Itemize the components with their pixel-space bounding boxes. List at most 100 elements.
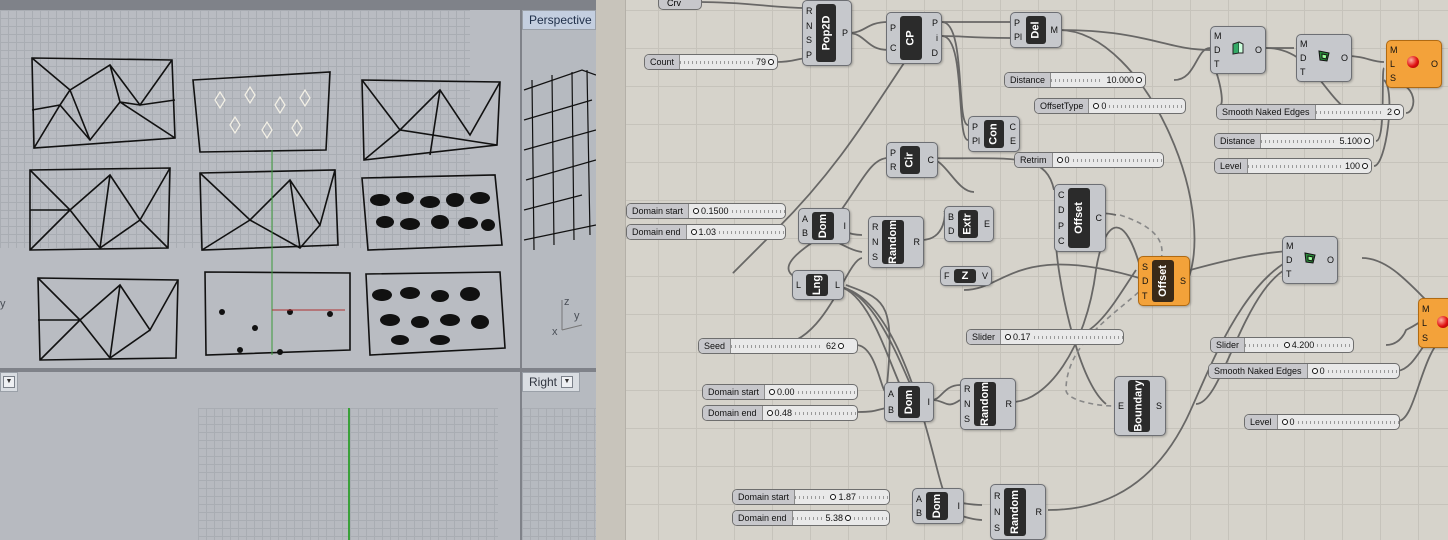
distance2-track[interactable] [1261,134,1337,148]
random1-in-r[interactable]: R [872,222,879,232]
slider-4-2[interactable]: Slider 4.200 [1210,337,1354,353]
level2-track[interactable] [1297,415,1399,429]
mesh1-in-t[interactable]: T [1214,59,1222,69]
right-tab[interactable]: Right ▼ [522,372,580,392]
pop2d-out-p[interactable]: P [842,28,848,38]
slider-knob-icon[interactable] [1056,157,1063,163]
pop2d-in-s[interactable]: S [806,35,813,45]
mesh-thicken-component-1[interactable]: MDT O [1210,26,1266,74]
domain-start-slider-1[interactable]: Domain start 0.1500 [626,203,786,219]
top-viewport[interactable]: y [0,10,520,368]
cir-in-p[interactable]: P [890,148,897,158]
weaverbird-smooth-component-1[interactable]: MLS O [1386,40,1442,88]
slider-knob-icon[interactable] [1136,77,1142,83]
smooth-naked-edges-slider-2[interactable]: Smooth Naked Edges 0 [1208,363,1400,379]
random1-in-n[interactable]: N [872,237,879,247]
retrim-slider[interactable]: Retrim 0 [1014,152,1164,168]
domend3-track[interactable] [792,511,823,525]
slider-knob-icon[interactable] [1281,419,1288,425]
dom2-out-i[interactable]: I [927,397,930,407]
boundary-in-e[interactable]: E [1118,401,1124,411]
del-in-pl[interactable]: Pl [1014,32,1022,42]
slider-knob-icon[interactable] [1093,103,1100,109]
random2-out-r[interactable]: R [1006,399,1013,409]
slider-knob-icon[interactable] [1311,368,1318,374]
domain-component-2[interactable]: AB Dom I [884,382,934,422]
level1-track[interactable] [1247,159,1342,173]
cp-out-p[interactable]: P [932,18,938,28]
z-in-f[interactable]: F [944,271,950,281]
mesh2-in-m[interactable]: M [1300,39,1308,49]
domstart3-track-right[interactable] [859,490,889,504]
random3-in-s[interactable]: S [994,523,1001,533]
wb1-in-l[interactable]: L [1390,59,1398,69]
smooth2-track[interactable] [1327,364,1399,378]
mesh1-in-m[interactable]: M [1214,31,1222,41]
cp-out-i[interactable]: i [932,33,938,43]
domend3-track-right[interactable] [854,511,889,525]
lng-out-l[interactable]: L [835,280,840,290]
distance1-track[interactable] [1051,73,1104,87]
z-out-v[interactable]: V [982,271,988,281]
wb1-in-m[interactable]: M [1390,45,1398,55]
slider42-track[interactable] [1245,338,1281,352]
random3-in-r[interactable]: R [994,491,1001,501]
offset1-in-c[interactable]: C [1058,190,1065,200]
cp-in-c[interactable]: C [890,43,897,53]
slider-knob-icon[interactable] [693,208,700,214]
slider-knob-icon[interactable] [1364,138,1370,144]
mesh1-in-d[interactable]: D [1214,45,1222,55]
circle-component[interactable]: PR Cir C [886,142,938,178]
wb2-in-m[interactable]: M [1422,304,1430,314]
domain-start-slider-2[interactable]: Domain start 0.00 [702,384,858,400]
domend1-track[interactable] [719,225,785,239]
count-slider-track[interactable] [680,55,753,69]
wb2-in-l[interactable]: L [1422,318,1430,328]
offset2-in-t[interactable]: T [1142,291,1149,301]
cir-out-c[interactable]: C [928,155,935,165]
domain-end-slider-1[interactable]: Domain end 1.03 [626,224,786,240]
del-out-m[interactable]: M [1051,25,1059,35]
pop2d-in-p[interactable]: P [806,50,813,60]
offset2-in-d[interactable]: D [1142,276,1149,286]
offset1-in-p[interactable]: P [1058,221,1065,231]
slider-0-17[interactable]: Slider 0.17 [966,329,1124,345]
slider-knob-icon[interactable] [838,343,844,349]
lng-in-l[interactable]: L [796,280,801,290]
boundary-surface-component[interactable]: E Boundary S [1114,376,1166,436]
offset-curve-component[interactable]: CDPC Offset C [1054,184,1106,252]
random-component-2[interactable]: RNS Random R [960,378,1016,430]
delaunay-component[interactable]: P Pl Del M [1010,12,1062,48]
dom2-in-a[interactable]: A [888,389,894,399]
random-component-1[interactable]: RNS Random R [868,216,924,268]
pop2d-in-r[interactable]: R [806,6,813,16]
right-viewport[interactable]: Right ▼ [522,372,596,540]
wb2-in-s[interactable]: S [1422,333,1430,343]
slider-knob-icon[interactable] [1283,342,1290,348]
mesh2-in-t[interactable]: T [1300,67,1308,77]
con-in-pl[interactable]: Pl [972,136,980,146]
domain-component-1[interactable]: AB Dom I [798,208,850,244]
extrude-component[interactable]: BD Extr E [944,206,994,242]
slider-knob-icon[interactable] [845,515,852,521]
viewport-menu-icon[interactable]: ▼ [3,376,15,388]
domain-end-slider-2[interactable]: Domain end 0.48 [702,405,858,421]
perspective-tab[interactable]: Perspective [522,10,596,30]
level-slider-1[interactable]: Level 100 [1214,158,1372,174]
crv-param[interactable]: Crv [658,0,702,10]
offset1-in-c2[interactable]: C [1058,236,1065,246]
mesh1-out-o[interactable]: O [1255,45,1262,55]
grasshopper-canvas[interactable]: Crv Count 79 RNSP Pop2D P PC CP PiD PPl … [626,0,1448,540]
weaverbird-smooth-component-2[interactable]: MLS [1418,298,1448,348]
smooth1-track[interactable] [1315,105,1384,119]
mesh3-in-t[interactable]: T [1286,269,1294,279]
domend2-track[interactable] [795,406,857,420]
dom3-in-b[interactable]: B [916,508,922,518]
dom1-in-a[interactable]: A [802,214,808,224]
slider017-track[interactable] [1033,330,1123,344]
slider-knob-icon[interactable] [1394,109,1400,115]
mesh3-in-m[interactable]: M [1286,241,1294,251]
slider-knob-icon[interactable] [766,410,773,416]
pop2d-in-n[interactable]: N [806,21,813,31]
random2-in-n[interactable]: N [964,399,971,409]
